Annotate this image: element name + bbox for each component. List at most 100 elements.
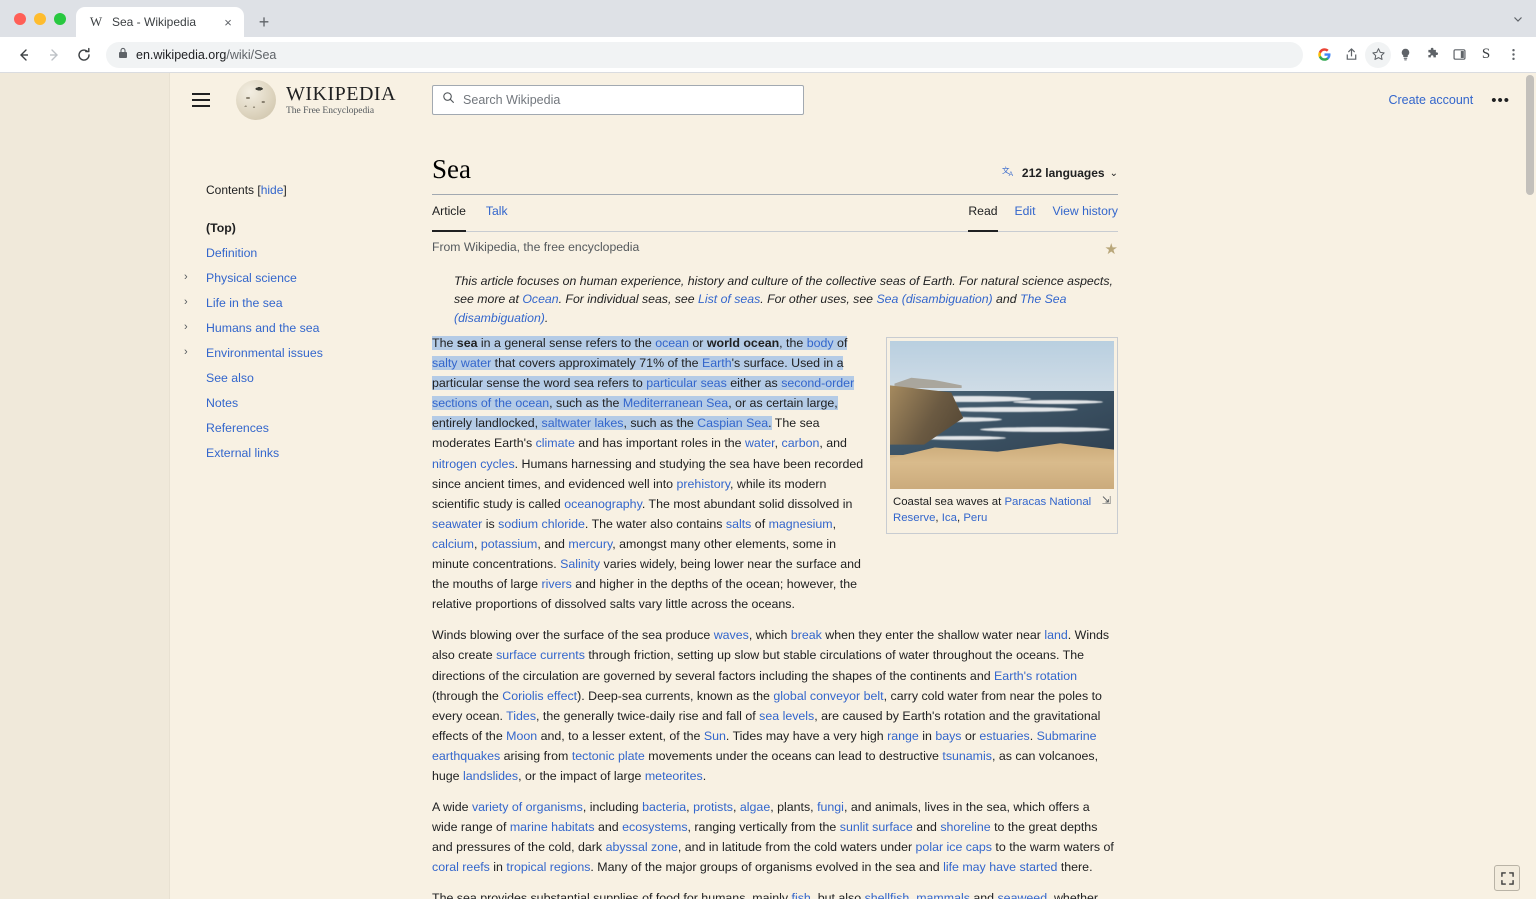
link-mammals[interactable]: mammals xyxy=(916,891,970,899)
link-mercury[interactable]: mercury xyxy=(568,537,612,551)
address-bar[interactable]: en.wikipedia.org/wiki/Sea xyxy=(106,41,1303,68)
link-prehistory[interactable]: prehistory xyxy=(677,477,730,491)
share-icon[interactable] xyxy=(1338,42,1364,68)
link-salty-water[interactable]: salty water xyxy=(432,356,491,370)
hatnote-link-ocean[interactable]: Ocean xyxy=(522,292,558,306)
link-waves[interactable]: waves xyxy=(714,628,749,642)
link-earth[interactable]: Earth xyxy=(702,356,732,370)
link-potassium[interactable]: potassium xyxy=(481,537,537,551)
chevron-right-icon[interactable]: › xyxy=(184,321,196,333)
header-more-menu-icon[interactable]: ••• xyxy=(1491,92,1510,109)
toc-item-see-also[interactable]: See also xyxy=(192,365,422,390)
link-landslides[interactable]: landslides xyxy=(463,769,518,783)
browser-tab-active[interactable]: W Sea - Wikipedia × xyxy=(76,7,244,37)
tab-edit[interactable]: Edit xyxy=(1015,204,1036,224)
link-life-may-have-started[interactable]: life may have started xyxy=(943,860,1057,874)
profile-icon[interactable]: S xyxy=(1473,42,1499,68)
toc-item-top[interactable]: (Top) xyxy=(192,215,422,240)
link-coriolis-effect[interactable]: Coriolis effect xyxy=(502,689,577,703)
link-algae[interactable]: algae xyxy=(740,800,770,814)
link-abyssal-zone[interactable]: abyssal zone xyxy=(606,840,678,854)
toc-item-references[interactable]: References xyxy=(192,415,422,440)
page-scrollbar[interactable] xyxy=(1523,73,1536,899)
link-break[interactable]: break xyxy=(791,628,822,642)
link-sun[interactable]: Sun xyxy=(704,729,726,743)
link-salts[interactable]: salts xyxy=(726,517,751,531)
scrollbar-thumb[interactable] xyxy=(1526,75,1534,195)
back-button[interactable] xyxy=(10,41,38,69)
search-box[interactable] xyxy=(432,85,805,115)
link-estuaries[interactable]: estuaries xyxy=(979,729,1029,743)
link-bays[interactable]: bays xyxy=(935,729,961,743)
maximize-window-button[interactable] xyxy=(54,12,66,25)
close-window-button[interactable] xyxy=(14,12,26,25)
link-surface-currents[interactable]: surface currents xyxy=(496,648,585,662)
link-meteorites[interactable]: meteorites xyxy=(645,769,703,783)
chevron-right-icon[interactable]: › xyxy=(184,346,196,358)
tab-talk[interactable]: Talk xyxy=(486,204,508,224)
chevron-right-icon[interactable]: › xyxy=(184,296,196,308)
link-sunlit-surface[interactable]: sunlit surface xyxy=(840,820,913,834)
link-rivers[interactable]: rivers xyxy=(542,577,572,591)
toc-item-humans-and-the-sea[interactable]: › Humans and the sea xyxy=(184,315,422,340)
link-variety-of-organisms[interactable]: variety of organisms xyxy=(472,800,583,814)
tab-view-history[interactable]: View history xyxy=(1053,204,1118,224)
link-salinity[interactable]: Salinity xyxy=(560,557,600,571)
chrome-menu-icon[interactable] xyxy=(1500,42,1526,68)
toc-item-physical-science[interactable]: › Physical science xyxy=(184,265,422,290)
link-oceanography[interactable]: oceanography xyxy=(564,497,642,511)
link-fish[interactable]: fish xyxy=(792,891,811,899)
close-tab-icon[interactable]: × xyxy=(220,14,236,30)
bookmark-star-icon[interactable] xyxy=(1365,41,1391,68)
toc-hide-link[interactable]: hide xyxy=(261,183,284,197)
hatnote-link-sea-disambiguation[interactable]: Sea (disambiguation) xyxy=(876,292,992,306)
tab-article[interactable]: Article xyxy=(432,204,466,232)
link-ocean[interactable]: ocean xyxy=(655,336,689,350)
toc-item-definition[interactable]: Definition xyxy=(192,240,422,265)
google-icon[interactable] xyxy=(1311,42,1337,68)
link-sea-levels[interactable]: sea levels xyxy=(759,709,814,723)
hatnote-link-list-of-seas[interactable]: List of seas xyxy=(698,292,760,306)
search-input[interactable] xyxy=(463,93,795,107)
minimize-window-button[interactable] xyxy=(34,12,46,25)
fullscreen-icon[interactable] xyxy=(1494,865,1520,891)
toc-item-notes[interactable]: Notes xyxy=(192,390,422,415)
caption-link-peru[interactable]: Peru xyxy=(963,512,987,524)
link-saltwater-lakes[interactable]: saltwater lakes xyxy=(542,416,624,430)
forward-button[interactable] xyxy=(40,41,68,69)
link-caspian-sea[interactable]: Caspian Sea xyxy=(697,416,768,430)
link-body[interactable]: body xyxy=(807,336,834,350)
extensions-puzzle-icon[interactable] xyxy=(1419,42,1445,68)
link-tsunamis[interactable]: tsunamis xyxy=(942,749,992,763)
link-tectonic-plate[interactable]: tectonic plate xyxy=(572,749,645,763)
enlarge-icon[interactable]: ⇲ xyxy=(1102,494,1111,510)
link-seawater[interactable]: seawater xyxy=(432,517,482,531)
new-tab-button[interactable]: + xyxy=(250,8,278,36)
link-seaweed[interactable]: seaweed xyxy=(997,891,1047,899)
lightbulb-icon[interactable] xyxy=(1392,42,1418,68)
link-calcium[interactable]: calcium xyxy=(432,537,474,551)
chevron-right-icon[interactable]: › xyxy=(184,271,196,283)
link-protists[interactable]: protists xyxy=(693,800,733,814)
link-fungi[interactable]: fungi xyxy=(817,800,844,814)
tabstrip-chevron-down-icon[interactable] xyxy=(1512,0,1536,37)
link-climate[interactable]: climate xyxy=(536,436,575,450)
hamburger-icon[interactable] xyxy=(192,87,218,113)
link-earths-rotation[interactable]: Earth's rotation xyxy=(994,669,1077,683)
link-moon[interactable]: Moon xyxy=(506,729,537,743)
link-polar-ice-caps[interactable]: polar ice caps xyxy=(916,840,992,854)
tab-read[interactable]: Read xyxy=(968,204,998,232)
link-nitrogen-cycles[interactable]: nitrogen cycles xyxy=(432,457,515,471)
create-account-link[interactable]: Create account xyxy=(1388,93,1473,107)
link-ecosystems[interactable]: ecosystems xyxy=(622,820,687,834)
toc-item-external-links[interactable]: External links xyxy=(192,440,422,465)
link-bacteria[interactable]: bacteria xyxy=(642,800,686,814)
link-sodium-chloride[interactable]: sodium chloride xyxy=(498,517,585,531)
link-coral-reefs[interactable]: coral reefs xyxy=(432,860,490,874)
link-shoreline[interactable]: shoreline xyxy=(940,820,990,834)
link-range[interactable]: range xyxy=(887,729,919,743)
link-global-conveyor-belt[interactable]: global conveyor belt xyxy=(773,689,883,703)
wikipedia-logo[interactable]: WIKIPEDIA The Free Encyclopedia xyxy=(236,80,396,120)
side-panel-icon[interactable] xyxy=(1446,42,1472,68)
link-magnesium[interactable]: magnesium xyxy=(769,517,833,531)
